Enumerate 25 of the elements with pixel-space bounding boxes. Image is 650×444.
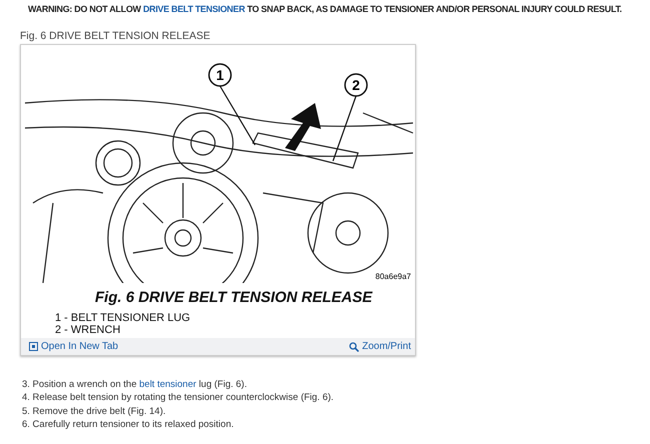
image-id: 80a6e9a7 xyxy=(375,272,411,281)
open-in-new-tab-link[interactable]: Open In New Tab xyxy=(29,341,118,352)
leader-line xyxy=(332,96,357,162)
callout-number: 2 xyxy=(352,77,360,93)
leader-line xyxy=(219,86,256,146)
figure-heading: Fig. 6 DRIVE BELT TENSION RELEASE xyxy=(20,30,212,42)
zoom-print-link[interactable]: Zoom/Print xyxy=(349,341,411,352)
new-tab-icon xyxy=(29,342,38,351)
step-text: 3. Position a wrench on the xyxy=(22,379,138,390)
callout-number: 1 xyxy=(216,67,224,83)
warning-text: WARNING: DO NOT ALLOW xyxy=(28,4,142,14)
legend-item: 2 - WRENCH xyxy=(55,324,122,336)
warning-text: TO SNAP BACK, AS DAMAGE TO TENSIONER AND/OR PERSONAL INJURY COULD RESULT. xyxy=(246,4,622,14)
rotation-arrow-icon xyxy=(285,103,321,151)
step-text: 4. Release belt tension by rotating the tensioner counterclockwise (Fig. 6). xyxy=(22,392,334,404)
step-text: 5. Remove the drive belt (Fig. 14). xyxy=(22,406,166,417)
figure-caption: Fig. 6 DRIVE BELT TENSION RELEASE xyxy=(95,289,374,306)
step-link[interactable]: belt tensioner xyxy=(139,379,196,390)
callout-circle xyxy=(208,63,232,87)
legend-item: 1 - BELT TENSIONER LUG xyxy=(55,312,192,324)
callout-circle xyxy=(344,73,368,97)
warning-link[interactable]: DRIVE BELT TENSIONER xyxy=(143,4,245,14)
magnifier-icon xyxy=(349,342,360,352)
step-text: lug (Fig. 6). xyxy=(198,379,247,390)
step-text: 6. Carefully return tensioner to its relaxed position. xyxy=(22,418,234,430)
